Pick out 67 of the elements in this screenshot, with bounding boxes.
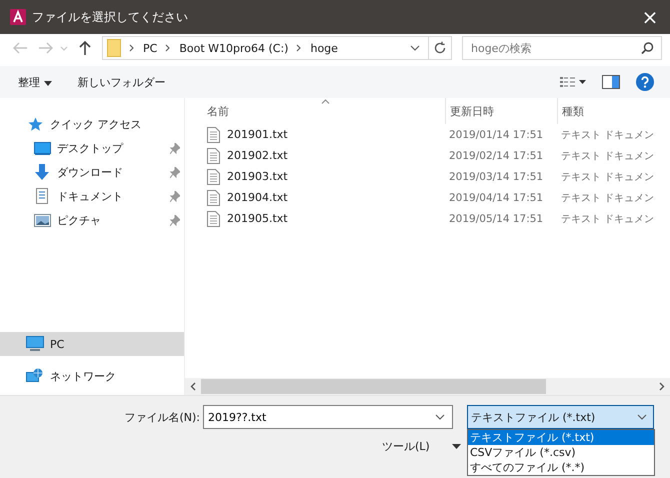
file-name[interactable]: 201905.txt <box>227 212 288 225</box>
download-icon <box>33 164 51 180</box>
file-type-dropdown[interactable]: テキストファイル (*.txt) <box>467 405 654 429</box>
sort-ascending-icon <box>321 99 330 104</box>
file-name-label: ファイル名(N): <box>123 410 201 424</box>
close-button[interactable]: × <box>630 0 670 34</box>
file-type: テキスト ドキュメン <box>560 212 656 226</box>
breadcrumb-item[interactable]: PC <box>143 42 158 54</box>
folder-icon <box>107 39 121 57</box>
modified-date: 2019/05/14 17:51 <box>448 212 544 224</box>
modified-date: 2019/01/14 17:51 <box>448 128 544 140</box>
sidebar-item[interactable]: ピクチャ <box>0 208 184 232</box>
horizontal-scrollbar[interactable] <box>185 378 670 395</box>
organize-button[interactable]: 整理 <box>12 72 58 92</box>
file-type: テキスト ドキュメン <box>560 128 656 142</box>
file-name[interactable]: 201904.txt <box>227 191 288 204</box>
dropdown-option[interactable]: CSVファイル (*.csv) <box>468 445 654 460</box>
file-name[interactable]: 201903.txt <box>227 170 288 183</box>
desktop-icon <box>33 142 51 154</box>
picture-icon <box>33 214 51 226</box>
modified-date: 2019/03/14 17:51 <box>448 170 544 182</box>
column-header[interactable]: 種類 <box>557 98 670 124</box>
address-bar[interactable]: PC Boot W10pro64 (C:) hoge <box>102 36 452 60</box>
sidebar-item[interactable]: デスクトップ <box>0 136 184 160</box>
modified-date: 2019/04/14 17:51 <box>448 192 544 204</box>
up-icon[interactable] <box>78 40 92 56</box>
column-header[interactable]: 名前 <box>205 98 445 124</box>
breadcrumb-item[interactable]: Boot W10pro64 (C:) <box>179 42 288 54</box>
file-name[interactable]: 201901.txt <box>227 128 288 141</box>
text-file-icon <box>207 148 220 164</box>
text-file-icon <box>207 168 220 184</box>
pc-icon <box>26 336 44 352</box>
file-name[interactable]: 201902.txt <box>227 149 288 162</box>
chevron-down-icon[interactable] <box>410 45 420 51</box>
breadcrumb-item[interactable]: hoge <box>310 42 338 54</box>
chevron-down-icon[interactable] <box>435 414 445 420</box>
caret-icon <box>44 80 52 86</box>
help-icon[interactable] <box>636 73 654 91</box>
dropdown-option[interactable]: すべてのファイル (*.*) <box>468 460 654 475</box>
text-file-icon <box>207 190 220 206</box>
search-field[interactable]: hogeの検索 <box>462 36 662 60</box>
file-type: テキスト ドキュメン <box>560 150 656 162</box>
modified-date: 2019/02/14 17:51 <box>448 150 544 162</box>
file-type: テキスト ドキュメン <box>560 192 656 204</box>
caret-icon[interactable] <box>452 444 461 449</box>
dropdown-option[interactable]: テキストファイル (*.txt) <box>468 430 654 445</box>
app-icon <box>10 9 26 25</box>
column-header[interactable]: 更新日時 <box>445 98 557 124</box>
sidebar-item[interactable]: クイック アクセス <box>0 112 184 136</box>
window-title: ファイルを選択してください <box>32 8 189 26</box>
sidebar-item[interactable]: PC <box>0 332 184 356</box>
file-name-field[interactable]: 2019??.txt <box>203 405 453 429</box>
new-folder-button[interactable]: 新しいフォルダー <box>72 72 172 92</box>
preview-pane-icon[interactable] <box>602 75 620 89</box>
view-options-icon[interactable] <box>560 76 586 88</box>
chevron-down-icon <box>637 414 647 420</box>
sidebar-item[interactable]: ダウンロード <box>0 160 184 184</box>
file-type: テキスト ドキュメン <box>560 170 656 184</box>
text-file-icon <box>207 210 220 226</box>
tools-button[interactable]: ツール(L) <box>382 439 430 454</box>
network-icon <box>26 368 44 384</box>
sidebar-item[interactable]: ネットワーク <box>0 364 184 388</box>
text-file-icon <box>207 126 220 142</box>
search-icon[interactable] <box>641 42 654 54</box>
star-icon <box>26 117 44 131</box>
document-icon <box>33 188 51 204</box>
sidebar-item[interactable]: ドキュメント <box>0 184 184 208</box>
